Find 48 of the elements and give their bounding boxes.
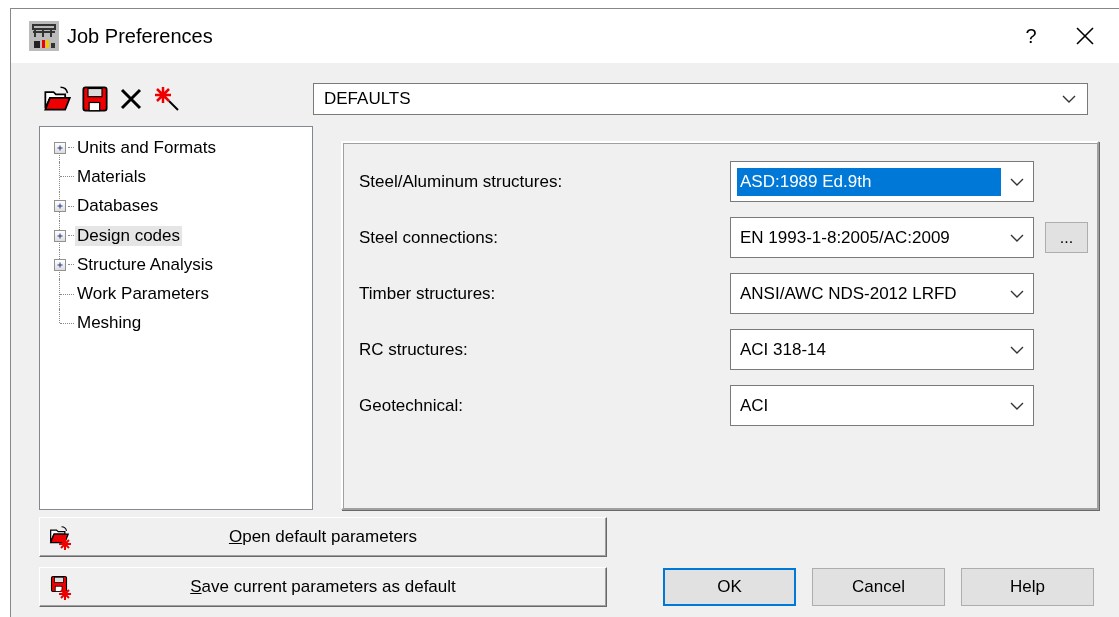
dropdown-value: ACI — [739, 394, 770, 417]
field-label: Steel connections: — [359, 227, 499, 248]
open-folder-star-icon — [48, 525, 70, 547]
dialog-button[interactable]: Cancel — [812, 568, 945, 606]
chevron-down-icon[interactable] — [1009, 400, 1025, 411]
profile-dropdown[interactable]: DEFAULTS — [313, 83, 1088, 115]
code-dropdown[interactable]: ACI 318-14 — [730, 329, 1034, 370]
expand-icon[interactable] — [54, 258, 66, 271]
tree-item[interactable]: Materials — [75, 166, 148, 187]
tree-item[interactable]: Meshing — [75, 313, 144, 334]
dialog-button[interactable]: Help — [961, 568, 1094, 606]
delete-icon[interactable] — [119, 87, 143, 111]
chevron-down-icon[interactable] — [1009, 344, 1025, 355]
field-label: Geotechnical: — [359, 395, 464, 416]
expand-icon[interactable] — [54, 200, 66, 213]
dropdown-value: ASD:1989 Ed.9th — [737, 167, 1001, 196]
chevron-down-icon[interactable] — [1009, 232, 1025, 243]
code-dropdown[interactable]: ACI — [730, 385, 1034, 426]
dropdown-value: EN 1993-1-8:2005/AC:2009 — [739, 226, 951, 249]
code-dropdown[interactable]: ASD:1989 Ed.9th — [730, 161, 1034, 202]
expand-icon[interactable] — [54, 229, 66, 242]
floppy-star-icon — [48, 575, 70, 597]
tree-item[interactable]: Design codes — [75, 225, 182, 246]
field-label: Steel/Aluminum structures: — [359, 171, 564, 192]
dialog-button[interactable]: OK — [663, 568, 796, 606]
window-title: Job Preferences — [67, 24, 214, 48]
save-defaults-button[interactable]: Save current parameters as default — [39, 567, 607, 607]
expand-icon[interactable] — [54, 141, 66, 154]
close-icon[interactable] — [1075, 26, 1095, 46]
field-label: Timber structures: — [359, 283, 497, 304]
chevron-down-icon[interactable] — [1009, 288, 1025, 299]
star-wand-icon[interactable] — [153, 85, 181, 113]
tree-item[interactable]: Databases — [75, 196, 161, 217]
chevron-down-icon[interactable] — [1061, 94, 1077, 104]
chevron-down-icon[interactable] — [1009, 176, 1025, 187]
more-button[interactable]: ... — [1045, 222, 1088, 253]
dropdown-value: ACI 318-14 — [739, 338, 827, 361]
open-defaults-button[interactable]: Open default parameters — [39, 517, 607, 557]
help-button[interactable]: ? — [1003, 24, 1059, 48]
code-dropdown[interactable]: ANSI/AWC NDS-2012 LRFD — [730, 273, 1034, 314]
dropdown-value: ANSI/AWC NDS-2012 LRFD — [739, 282, 958, 305]
code-dropdown[interactable]: EN 1993-1-8:2005/AC:2009 — [730, 217, 1034, 258]
app-icon — [29, 21, 59, 51]
tree-item[interactable]: Units and Formats — [75, 137, 218, 158]
open-folder-icon — [43, 85, 71, 113]
field-label: RC structures: — [359, 339, 469, 360]
tree-item[interactable]: Work Parameters — [75, 284, 211, 305]
tree-item[interactable]: Structure Analysis — [75, 254, 216, 275]
